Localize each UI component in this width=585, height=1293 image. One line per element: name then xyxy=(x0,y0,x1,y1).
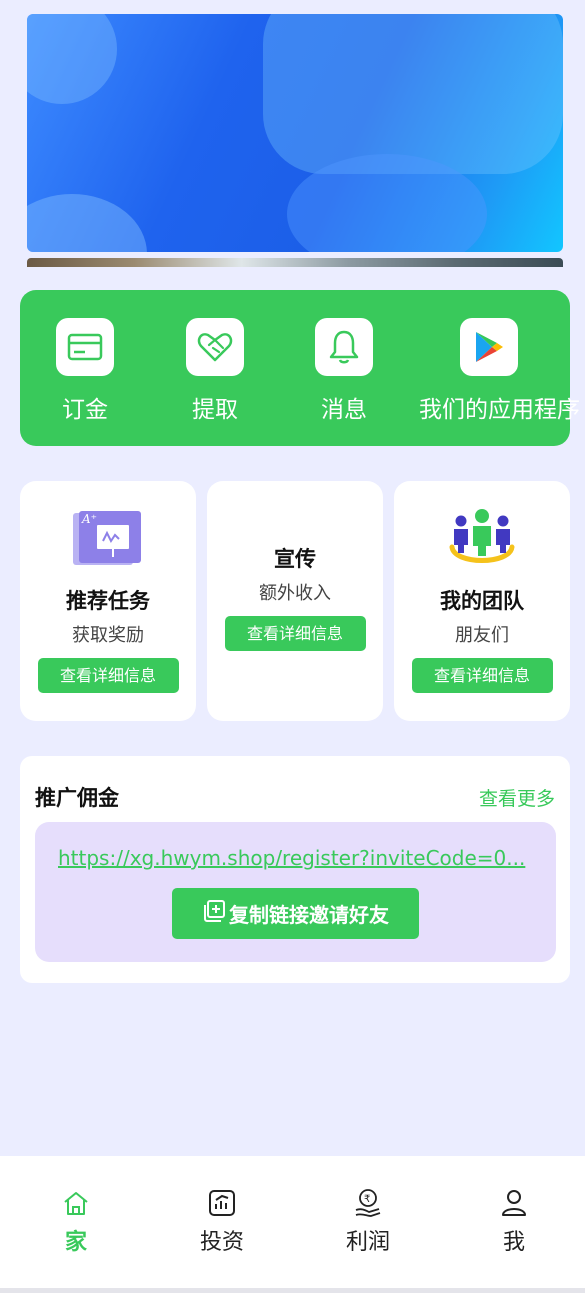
bottom-nav: 家 投资 ₹ 利润 我 xyxy=(0,1156,585,1288)
bell-icon xyxy=(315,318,373,376)
nav-label: 家 xyxy=(64,1230,87,1255)
banner-carousel[interactable] xyxy=(27,14,563,252)
copy-icon xyxy=(202,899,226,928)
quick-action-label: 消息 xyxy=(321,397,367,423)
invite-link[interactable]: https://xg.hwym.shop/register?inviteCode… xyxy=(58,846,533,870)
view-details-button[interactable]: 查看详细信息 xyxy=(224,616,366,651)
view-details-button[interactable]: 查看详细信息 xyxy=(411,658,553,693)
play-store-icon xyxy=(460,318,518,376)
card-recommended-tasks: A⁺ 推荐任务 获取奖励 查看详细信息 xyxy=(20,481,196,721)
banner-decoration xyxy=(263,14,563,174)
banner-next-slide[interactable] xyxy=(27,258,563,267)
home-icon xyxy=(3,1188,149,1218)
card-subtitle: 获取奖励 xyxy=(72,625,144,646)
invite-link-box: https://xg.hwym.shop/register?inviteCode… xyxy=(35,822,556,962)
heart-handshake-icon xyxy=(186,318,244,376)
card-my-team: 我的团队 朋友们 查看详细信息 xyxy=(394,481,570,721)
quick-action-label: 提取 xyxy=(192,397,238,423)
copy-button-label: 复制链接邀请好友 xyxy=(229,903,389,927)
presentation-board-icon: A⁺ xyxy=(20,507,196,571)
view-details-button[interactable]: 查看详细信息 xyxy=(37,658,179,693)
svg-text:A⁺: A⁺ xyxy=(81,512,97,526)
nav-item-home[interactable]: 家 xyxy=(3,1188,149,1256)
quick-action-label: 我们的应用程序 xyxy=(419,397,580,423)
card-promotion: 宣传 额外收入 查看详细信息 xyxy=(207,481,383,721)
nav-item-me[interactable]: 我 xyxy=(441,1188,585,1256)
nav-label: 我 xyxy=(502,1230,525,1255)
user-icon xyxy=(441,1188,585,1218)
banner-decoration xyxy=(27,14,117,104)
svg-text:₹: ₹ xyxy=(364,1194,370,1205)
nav-item-profit[interactable]: ₹ 利润 xyxy=(295,1188,441,1256)
bottom-edge xyxy=(0,1288,585,1293)
quick-action-messages[interactable]: 消息 xyxy=(274,318,414,424)
nav-label: 利润 xyxy=(345,1230,390,1255)
quick-action-withdraw[interactable]: 提取 xyxy=(145,318,285,424)
promotion-commission-panel: 推广佣金 查看更多 https://xg.hwym.shop/register?… xyxy=(20,756,570,983)
section-title: 推广佣金 xyxy=(35,786,119,810)
view-more-link[interactable]: 查看更多 xyxy=(479,784,555,811)
rupee-hand-icon: ₹ xyxy=(295,1188,441,1218)
banner-decoration xyxy=(27,194,147,252)
card-title: 推荐任务 xyxy=(66,589,150,613)
nav-label: 投资 xyxy=(199,1230,244,1255)
quick-actions-panel: 订金 提取 消息 我们的应用程序 xyxy=(20,290,580,446)
card-icon xyxy=(56,318,114,376)
quick-action-deposit[interactable]: 订金 xyxy=(15,318,155,424)
card-subtitle: 额外收入 xyxy=(259,583,331,604)
team-icon xyxy=(394,507,570,571)
nav-item-invest[interactable]: 投资 xyxy=(149,1188,295,1256)
chart-icon xyxy=(149,1188,295,1218)
card-title: 我的团队 xyxy=(440,589,524,613)
card-subtitle: 朋友们 xyxy=(455,625,509,646)
copy-invite-link-button[interactable]: 复制链接邀请好友 xyxy=(172,888,419,939)
quick-action-app[interactable]: 我们的应用程序 xyxy=(419,318,580,424)
quick-action-label: 订金 xyxy=(62,397,108,423)
card-title: 宣传 xyxy=(274,547,316,571)
